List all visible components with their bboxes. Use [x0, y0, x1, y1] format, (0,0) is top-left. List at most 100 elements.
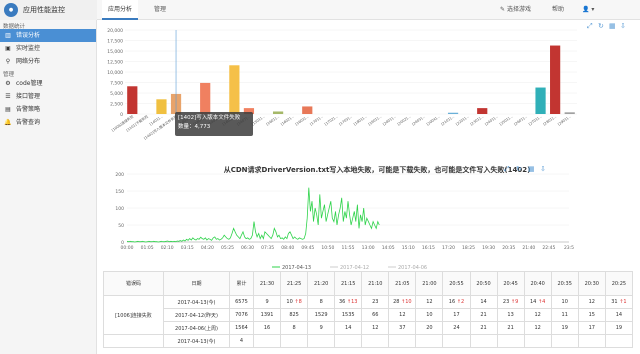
table-cell: 7076	[229, 308, 254, 322]
table-cell: 14	[334, 321, 363, 335]
line-x-tick: 14:05	[382, 245, 395, 251]
table-cell: 23	[361, 295, 390, 309]
table-cell	[415, 334, 444, 348]
table-cell: 14	[604, 308, 634, 322]
bar-x-tick: [1801]...	[353, 115, 368, 127]
table-cell: 31 ↑1	[604, 295, 634, 309]
bar-y-tick: 7,500	[110, 81, 123, 87]
user-icon: 👤 ▾	[582, 6, 595, 13]
gear-icon: ⚙	[5, 80, 11, 87]
sidebar-item-0-2[interactable]: ⚲ 网络分布	[0, 55, 96, 68]
table-header: 21:00	[415, 271, 444, 296]
bell-icon: 🔔	[4, 119, 12, 126]
sidebar-item-1-2[interactable]: ▤ 告警策略	[0, 103, 96, 116]
bar-28	[535, 87, 546, 114]
table-cell	[523, 334, 552, 348]
table-cell: 23 ↑9	[496, 295, 525, 309]
table-cell	[550, 334, 579, 348]
sidebar-item-label: 接口管理	[16, 93, 41, 100]
table-header: 21:15	[334, 271, 363, 296]
bar-22	[447, 112, 459, 114]
delta-up: ↑10	[401, 299, 412, 305]
tab-analysis[interactable]: 应用分析	[102, 0, 139, 20]
line-x-tick: 07:35	[261, 245, 274, 251]
table-cell: 1391	[252, 308, 282, 322]
table-cell: 9	[252, 295, 282, 309]
policy-icon: ▤	[5, 106, 11, 113]
table-cell: 17	[577, 321, 606, 335]
table-cell: 8	[280, 321, 309, 335]
table-header: 日期	[163, 271, 230, 296]
table-cell: 14 ↑4	[523, 295, 552, 309]
delta-up: ↑13	[346, 299, 358, 305]
delta-up: ↑4	[537, 299, 546, 305]
sidebar-item-label: 实时监控	[16, 45, 41, 52]
bar-x-tick: [2601]...	[513, 115, 528, 127]
tab-manage[interactable]: 管理	[148, 0, 172, 20]
toolbox-icon: ⤢	[587, 22, 593, 30]
sidebar-item-label: 告警策略	[16, 106, 41, 113]
table-cell: 21	[469, 308, 498, 322]
sidebar-item-label: 错误分析	[16, 32, 41, 39]
line-y-tick: 150	[115, 189, 124, 195]
bar-x-tick: [1701]...	[309, 115, 324, 127]
toolbox-icon: ↻	[598, 22, 604, 30]
line-y-tick: 200	[115, 172, 124, 178]
app-name: 应用性能监控	[23, 6, 65, 14]
stats-table: 错误码 日期 累计 21:30 21:25 21:20 21:15 21:10 21:05 21:…	[103, 271, 634, 354]
bar-x-tick: [1601]...	[266, 115, 281, 127]
table-cell	[361, 334, 390, 348]
bar-x-tick: [1602]...	[280, 115, 295, 127]
line-x-tick: 10:50	[321, 245, 334, 251]
delta-up: ↑9	[510, 299, 519, 305]
sidebar-item-1-1[interactable]: ☰ 接口管理	[0, 90, 96, 103]
bar-x-tick: [1501]...	[251, 115, 266, 127]
bar-y-tick: 17,500	[107, 39, 123, 45]
table-cell: 19	[550, 321, 579, 335]
edit-icon: ✎	[500, 6, 507, 13]
bar-2	[156, 99, 167, 114]
bar-y-tick: 2,500	[110, 102, 123, 108]
bar-x-tick: [2401]...	[484, 115, 499, 127]
bar-y-tick: 20,000	[107, 28, 123, 34]
bar-x-tick: [2201]...	[455, 115, 470, 127]
sidebar-item-1-3[interactable]: 🔔 告警查询	[0, 116, 96, 129]
table-cell: 12	[361, 321, 390, 335]
logo-icon: ●	[4, 3, 18, 17]
bar-x-tick: [2101]...	[441, 115, 456, 127]
bar-7	[229, 65, 240, 114]
top-bar: ● 应用性能监控 应用分析 管理 ✎ 选择游戏 帮助 👤 ▾	[0, 0, 640, 20]
sidebar-item-label: code管理	[16, 80, 43, 87]
table-cell: 21	[496, 321, 525, 335]
bar-x-tick: [2003]...	[411, 115, 426, 127]
table-cell: 9	[307, 321, 336, 335]
sidebar: 数据统计 ▥ 错误分析 ▣ 实时监控 ⚲ 网络分布 管理 ⚙ code管理 ☰ 接口管理 ▤ 告警策略 🔔 告…	[0, 20, 97, 354]
line-x-tick: 02:10	[161, 245, 174, 251]
sidebar-item-0-1[interactable]: ▣ 实时监控	[0, 42, 96, 55]
table-header: 20:45	[496, 271, 525, 296]
table-cell: 12	[523, 321, 552, 335]
bar-x-tick: [2901]...	[557, 115, 572, 127]
table-cell: 24	[442, 321, 471, 335]
select-game-button[interactable]: ✎ 选择游戏	[500, 0, 531, 20]
bar-x-tick: [2801]...	[543, 115, 558, 127]
toolbox-icon: ⇩	[620, 22, 626, 30]
table-header: 错误码	[103, 271, 164, 296]
bar-x-tick: [1703]...	[338, 115, 353, 127]
user-menu[interactable]: 👤 ▾	[582, 0, 594, 20]
table-cell: 6575	[229, 295, 254, 309]
table-cell: 12	[415, 295, 444, 309]
line-x-tick: 17:20	[442, 245, 455, 251]
table-cell: 2017-04-06(上周)	[163, 321, 230, 335]
help-link[interactable]: 帮助	[552, 0, 564, 20]
brand[interactable]: ● 应用性能监控	[0, 0, 97, 20]
bar-30	[564, 112, 575, 114]
table-cell: 12	[577, 295, 606, 309]
table-row: [1006]连接失败 2017-04-13(今) 6575 9 10 ↑8 8 36 ↑13…	[103, 295, 634, 335]
table-cell: 13	[496, 308, 525, 322]
sidebar-item-1-0[interactable]: ⚙ code管理	[0, 77, 96, 90]
bar-y-tick: 15,000	[107, 49, 123, 55]
bar-10	[272, 111, 284, 114]
table-cell: 11	[550, 308, 579, 322]
line-x-tick: 05:25	[221, 245, 234, 251]
